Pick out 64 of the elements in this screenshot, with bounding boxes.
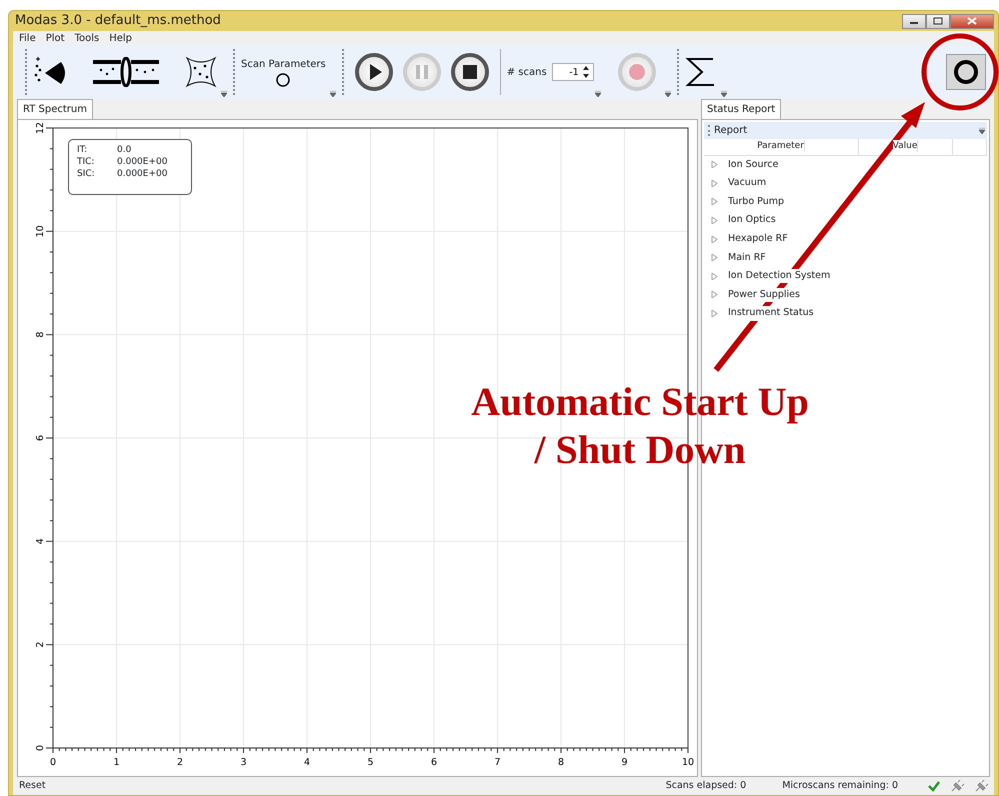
plug-icon (974, 780, 988, 792)
scans-field[interactable]: -1 (552, 63, 594, 81)
close-button[interactable] (950, 14, 994, 28)
play-button[interactable] (354, 53, 393, 91)
tab[interactable]: Status Report (701, 99, 782, 119)
scans-label: # scans (506, 66, 547, 80)
ion-optics-icon[interactable] (93, 57, 159, 87)
dropdown-grip-icon[interactable] (664, 91, 671, 97)
readout-label: TIC: (77, 156, 96, 168)
x-tick-label: 9 (621, 757, 628, 768)
readout-value: 0.000E+00 (117, 168, 168, 180)
menu-item[interactable]: Plot (46, 30, 65, 46)
microscans-remaining: Microscans remaining: 0 (782, 778, 898, 793)
scan-parameters-label: Scan Parameters (241, 58, 326, 72)
tree-item[interactable]: Instrument Status (728, 306, 814, 321)
maximize-button[interactable] (926, 14, 950, 28)
maximize-icon (933, 17, 943, 25)
y-tick-label: 4 (35, 538, 46, 544)
y-tick-label: 10 (35, 225, 46, 238)
y-tick-label: 2 (35, 642, 46, 648)
x-tick-label: 4 (304, 757, 310, 768)
tree-item[interactable]: Ion Detection System (728, 269, 830, 284)
readout-value: 0.000E+00 (117, 156, 168, 168)
readout-label: SIC: (77, 168, 96, 180)
y-tick-label: 8 (35, 332, 46, 338)
tab[interactable]: RT Spectrum (17, 99, 93, 119)
dropdown-grip-icon[interactable] (978, 128, 984, 134)
ion-trap-icon[interactable] (185, 56, 217, 88)
x-tick-label: 10 (682, 757, 694, 768)
power-button[interactable] (946, 54, 986, 90)
record-icon (626, 62, 647, 82)
x-tick-label: 5 (367, 757, 374, 768)
dropdown-grip-icon[interactable] (330, 91, 336, 97)
menu-item[interactable]: Help (109, 30, 132, 46)
circle-icon[interactable] (275, 72, 292, 88)
sum-icon[interactable] (684, 56, 717, 88)
close-icon (967, 17, 977, 25)
report-label: Report (714, 124, 748, 138)
tree-item[interactable]: Power Supplies (728, 288, 800, 302)
y-tick-label: 6 (35, 434, 46, 442)
minimize-button[interactable] (902, 14, 926, 28)
plug-icon (950, 780, 964, 792)
menu-item[interactable]: File (19, 30, 36, 46)
stop-button[interactable] (450, 53, 489, 91)
dropdown-grip-icon[interactable] (594, 91, 601, 97)
column-header[interactable]: Parameter (704, 139, 859, 154)
status-message: Reset (19, 778, 46, 793)
y-tick-label: 0 (35, 744, 46, 752)
y-tick-label: 12 (35, 122, 46, 134)
x-tick-label: 0 (50, 757, 56, 768)
readout-label: IT: (77, 144, 88, 156)
window-title: Modas 3.0 - default_ms.method (15, 12, 221, 30)
x-tick-label: 1 (113, 757, 120, 768)
x-tick-label: 2 (176, 757, 184, 768)
x-tick-label: 7 (494, 757, 501, 768)
x-tick-label: 6 (430, 757, 438, 768)
x-tick-label: 8 (558, 757, 564, 768)
readout-value: 0.0 (117, 144, 132, 156)
dropdown-grip-icon[interactable] (720, 91, 727, 97)
checkmark-icon (928, 780, 940, 792)
x-tick-label: 3 (240, 757, 247, 768)
menu-item[interactable]: Tools (74, 30, 100, 46)
dropdown-grip-icon[interactable] (221, 91, 227, 97)
scans-elapsed: Scans elapsed: 0 (666, 778, 746, 793)
